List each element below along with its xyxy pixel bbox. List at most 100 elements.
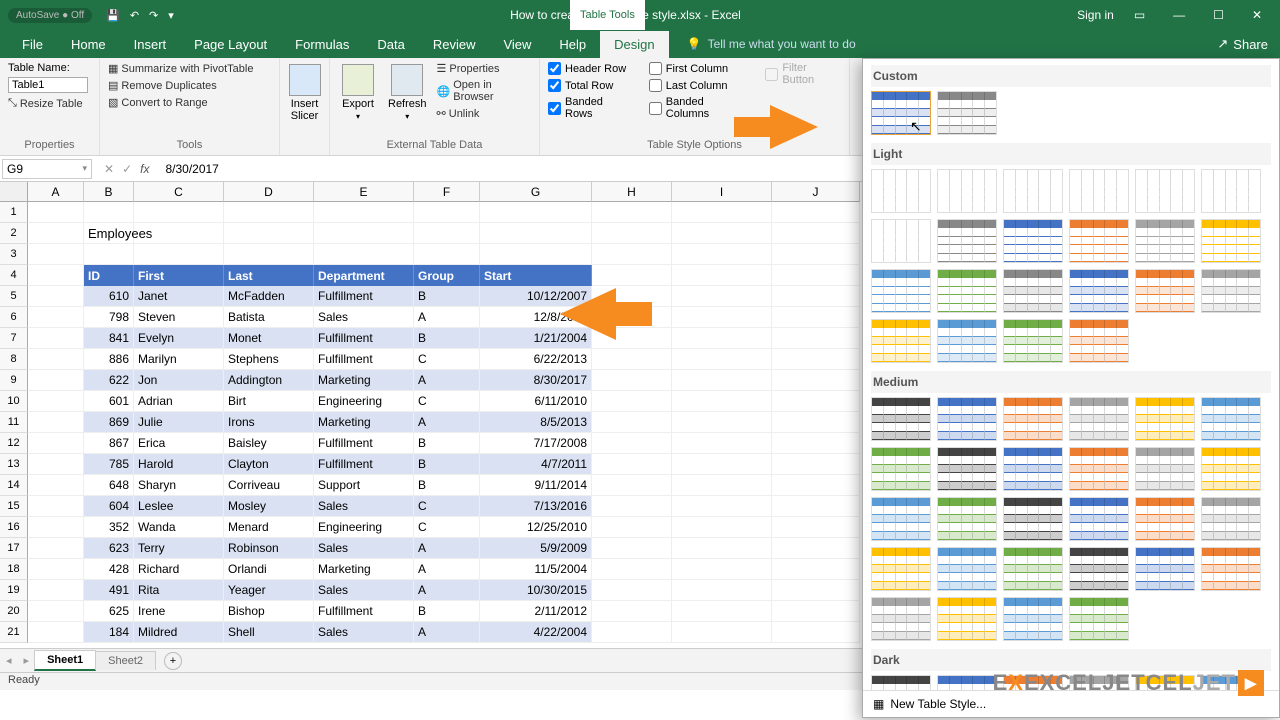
cell[interactable] <box>772 244 860 265</box>
cell[interactable] <box>592 559 672 580</box>
cell[interactable]: A <box>414 622 480 643</box>
row-header[interactable]: 21 <box>0 622 28 643</box>
cell[interactable]: 6/11/2010 <box>480 391 592 412</box>
cell[interactable] <box>28 622 84 643</box>
tab-data[interactable]: Data <box>363 31 418 58</box>
undo-icon[interactable]: ↶ <box>130 9 139 22</box>
cell[interactable]: Sales <box>314 307 414 328</box>
cell[interactable] <box>672 559 772 580</box>
banded-rows-checkbox[interactable] <box>548 102 561 115</box>
cell[interactable] <box>84 244 134 265</box>
cell[interactable] <box>28 601 84 622</box>
cell[interactable]: Fulfillment <box>314 601 414 622</box>
header-row-checkbox[interactable] <box>548 62 561 75</box>
table-style-thumb[interactable] <box>871 219 931 263</box>
row-header[interactable]: 7 <box>0 328 28 349</box>
cell[interactable] <box>672 517 772 538</box>
cell[interactable] <box>772 370 860 391</box>
cell[interactable]: 10/30/2015 <box>480 580 592 601</box>
table-style-thumb[interactable] <box>937 597 997 641</box>
row-header[interactable]: 17 <box>0 538 28 559</box>
cell[interactable] <box>592 412 672 433</box>
row-header[interactable]: 11 <box>0 412 28 433</box>
table-style-thumb[interactable] <box>937 497 997 541</box>
cell[interactable] <box>772 433 860 454</box>
cell[interactable]: Rita <box>134 580 224 601</box>
cell[interactable]: 2/11/2012 <box>480 601 592 622</box>
cell[interactable]: 869 <box>84 412 134 433</box>
tab-pagelayout[interactable]: Page Layout <box>180 31 281 58</box>
cell[interactable]: Clayton <box>224 454 314 475</box>
cell[interactable] <box>772 391 860 412</box>
cell[interactable] <box>224 244 314 265</box>
sheet-tab-2[interactable]: Sheet2 <box>95 651 156 670</box>
cell[interactable] <box>28 433 84 454</box>
cell[interactable]: A <box>414 370 480 391</box>
tab-help[interactable]: Help <box>545 31 600 58</box>
cell[interactable]: Last <box>224 265 314 286</box>
table-style-thumb[interactable] <box>1069 497 1129 541</box>
table-style-thumb[interactable] <box>1201 219 1261 263</box>
table-style-thumb[interactable] <box>1003 269 1063 313</box>
tab-insert[interactable]: Insert <box>120 31 181 58</box>
cell[interactable]: 491 <box>84 580 134 601</box>
table-style-thumb[interactable] <box>871 397 931 441</box>
cell[interactable]: Birt <box>224 391 314 412</box>
ribbon-display-icon[interactable]: ▭ <box>1126 8 1153 22</box>
cell[interactable] <box>672 391 772 412</box>
cell[interactable]: A <box>414 538 480 559</box>
cell[interactable]: Employees <box>84 223 134 244</box>
sheet-tab-1[interactable]: Sheet1 <box>34 650 96 671</box>
cell[interactable]: Mosley <box>224 496 314 517</box>
cell[interactable]: B <box>414 601 480 622</box>
table-style-thumb[interactable] <box>1135 547 1195 591</box>
cell[interactable] <box>28 328 84 349</box>
cell[interactable]: 8/30/2017 <box>480 370 592 391</box>
cell[interactable] <box>480 202 592 223</box>
cell[interactable] <box>672 370 772 391</box>
cell[interactable] <box>772 538 860 559</box>
cell[interactable] <box>414 244 480 265</box>
row-header[interactable]: 4 <box>0 265 28 286</box>
cell[interactable]: B <box>414 286 480 307</box>
cell[interactable]: Robinson <box>224 538 314 559</box>
cell[interactable]: Jon <box>134 370 224 391</box>
cell[interactable]: 4/22/2004 <box>480 622 592 643</box>
share-button[interactable]: ↗ Share <box>1217 36 1268 52</box>
table-style-thumb[interactable] <box>871 547 931 591</box>
cell[interactable] <box>672 349 772 370</box>
cell[interactable] <box>480 223 592 244</box>
cell[interactable] <box>672 244 772 265</box>
cell[interactable] <box>28 412 84 433</box>
total-row-checkbox[interactable] <box>548 79 561 92</box>
cell[interactable]: Sharyn <box>134 475 224 496</box>
cell[interactable] <box>672 454 772 475</box>
cell[interactable]: B <box>414 454 480 475</box>
cell[interactable] <box>772 328 860 349</box>
cell[interactable]: Janet <box>134 286 224 307</box>
cell[interactable] <box>672 307 772 328</box>
cell[interactable] <box>592 580 672 601</box>
cell[interactable] <box>134 223 224 244</box>
table-style-thumb[interactable] <box>937 447 997 491</box>
table-style-thumb[interactable] <box>871 269 931 313</box>
cell[interactable]: Julie <box>134 412 224 433</box>
tellme-search[interactable]: 💡 Tell me what you want to do <box>687 37 856 51</box>
cell[interactable] <box>772 475 860 496</box>
cell[interactable]: Stephens <box>224 349 314 370</box>
tab-design[interactable]: Design <box>600 31 668 58</box>
cell[interactable]: Marketing <box>314 559 414 580</box>
remove-duplicates-button[interactable]: ▤Remove Duplicates <box>108 79 271 92</box>
table-style-thumb[interactable] <box>937 397 997 441</box>
cell[interactable] <box>224 223 314 244</box>
cell[interactable] <box>672 538 772 559</box>
cell[interactable] <box>28 538 84 559</box>
table-style-thumb[interactable] <box>1135 497 1195 541</box>
cell[interactable]: 785 <box>84 454 134 475</box>
cell[interactable]: C <box>414 391 480 412</box>
cell[interactable]: A <box>414 412 480 433</box>
cell[interactable]: 610 <box>84 286 134 307</box>
col-header-F[interactable]: F <box>414 182 480 202</box>
cell[interactable] <box>672 286 772 307</box>
col-header-E[interactable]: E <box>314 182 414 202</box>
